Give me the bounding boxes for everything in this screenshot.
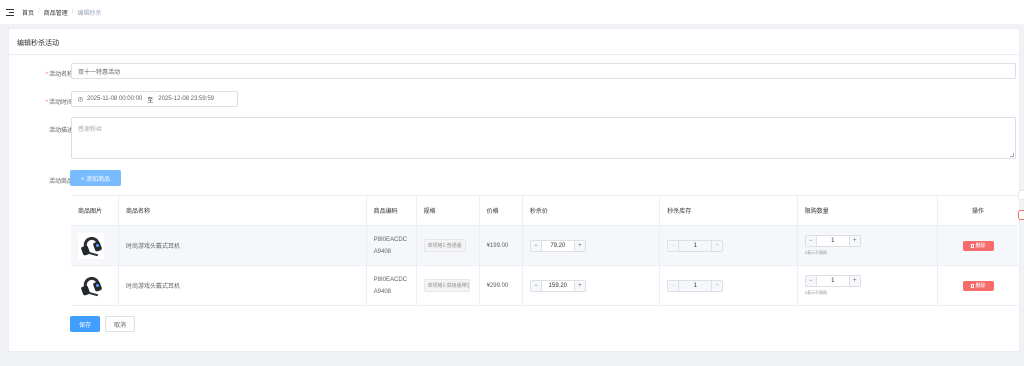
increase-button[interactable]: + (573, 240, 585, 251)
limit-value[interactable]: 1 (817, 276, 849, 286)
increase-button[interactable]: + (848, 236, 860, 246)
trash-icon (970, 283, 974, 288)
goods-price: ¥299.00 (480, 266, 523, 305)
seckill-stock-value[interactable]: 1 (679, 241, 711, 251)
breadcrumb-sep: / (71, 9, 74, 15)
start-time: 2025-11-08 00:00:00 (87, 96, 143, 102)
increase-button[interactable]: + (573, 280, 585, 291)
range-sep: 至 (147, 97, 154, 104)
limit-stepper[interactable]: − 1 + (804, 275, 861, 287)
seckill-stock-stepper[interactable]: − 1 + (667, 279, 724, 292)
th-price: 价格 (480, 196, 523, 225)
desc-placeholder: 感谢粉丝 (78, 127, 103, 133)
breadcrumb-goods[interactable]: 商品管理 (44, 8, 68, 17)
goods-table: 商品图片 商品名称 商品编码 规格 价格 秒杀价 秒杀库存 限购数量 操作 时尚… (71, 195, 1018, 306)
limit-hint: 0表示不限购 (804, 290, 827, 295)
menu-fold-icon[interactable] (6, 8, 14, 16)
limit-hint: 0表示不限购 (804, 250, 827, 255)
activity-name-value: 双十一特惠活动 (78, 69, 121, 76)
goods-code: P8I0EACDCA9408 (373, 236, 408, 255)
increase-button: + (711, 240, 723, 251)
breadcrumb-home[interactable]: 首页 (22, 8, 34, 17)
seckill-stock-value[interactable]: 1 (679, 281, 711, 291)
spec-tag: 单规格1:高级版带显示屏 (423, 279, 470, 292)
desc-label: 活动描述 (48, 128, 73, 134)
clock-icon (78, 96, 83, 102)
th-name: 商品名称 (119, 196, 367, 225)
decrease-button: − (668, 240, 680, 251)
th-seckill-stock: 秒杀库存 (660, 196, 798, 225)
decrease-button[interactable]: − (805, 276, 817, 286)
limit-stepper[interactable]: − 1 + (804, 235, 861, 247)
seckill-stock-stepper[interactable]: − 1 + (667, 239, 724, 252)
increase-button: + (711, 280, 723, 291)
side-settings-tab[interactable] (1018, 210, 1024, 220)
card-title: 编辑秒杀活动 (9, 29, 1019, 55)
headphone-image (78, 232, 104, 259)
table-row: 时尚游戏头戴式耳机 P8I0EACDCA9408 单规格1:普通版 ¥199.0… (71, 226, 1018, 266)
delete-button[interactable]: 删除 (962, 240, 994, 251)
increase-button[interactable]: + (848, 276, 860, 286)
delete-button[interactable]: 删除 (962, 280, 994, 291)
th-action: 操作 (972, 209, 985, 215)
seckill-price-value[interactable]: 79.20 (542, 241, 574, 251)
activity-desc-textarea[interactable]: 感谢粉丝 (71, 117, 1016, 159)
th-seckill-price: 秒杀价 (523, 196, 661, 225)
goods-image-cell (71, 226, 119, 265)
cancel-button[interactable]: 取消 (105, 316, 135, 332)
th-spec: 规格 (417, 196, 480, 225)
table-row: 时尚游戏头戴式耳机 P8I0EACDCA9408 单规格1:高级版带显示屏 ¥2… (71, 266, 1018, 306)
activity-name-input[interactable]: 双十一特惠活动 (71, 63, 1016, 79)
breadcrumb-sep: / (38, 9, 40, 15)
decrease-button[interactable]: − (530, 280, 542, 291)
end-time: 2025-12-08 23:59:59 (158, 96, 215, 102)
seckill-price-stepper[interactable]: − 159.20 + (529, 279, 586, 292)
goods-name: 时尚游戏头戴式耳机 (119, 226, 367, 265)
th-limit: 限购数量 (798, 196, 939, 225)
trash-icon (970, 243, 974, 248)
side-tool-tab[interactable] (1018, 190, 1024, 200)
goods-name: 时尚游戏头戴式耳机 (119, 266, 367, 305)
seckill-price-value[interactable]: 159.20 (542, 281, 574, 291)
decrease-button[interactable]: − (530, 240, 542, 251)
edit-seckill-card: 编辑秒杀活动 *活动名称 双十一特惠活动 *活动时间 2025-11-08 00… (8, 28, 1020, 352)
add-goods-button[interactable]: + 添加商品 (70, 170, 121, 186)
spec-tag: 单规格1:普通版 (423, 239, 466, 252)
headphone-image (78, 272, 104, 299)
th-image: 商品图片 (71, 196, 119, 225)
goods-label: 活动商品 (48, 179, 73, 185)
name-label: *活动名称 (45, 72, 73, 78)
required-mark: * (45, 100, 48, 106)
goods-price: ¥199.00 (480, 226, 523, 265)
seckill-price-stepper[interactable]: − 79.20 + (529, 239, 586, 252)
resize-handle-icon[interactable] (1010, 153, 1014, 157)
limit-value[interactable]: 1 (817, 236, 849, 246)
decrease-button[interactable]: − (805, 236, 817, 246)
time-label: *活动时间 (45, 100, 73, 106)
goods-image-cell (71, 266, 119, 305)
activity-time-picker[interactable]: 2025-11-08 00:00:00 至 2025-12-08 23:59:5… (71, 91, 238, 107)
required-mark: * (45, 72, 48, 78)
goods-code: P8I0EACDCA9408 (373, 276, 408, 295)
top-bar: 首页 / 商品管理 / 编辑秒杀 (0, 0, 1024, 24)
decrease-button: − (668, 280, 680, 291)
th-code: 商品编码 (367, 196, 417, 225)
breadcrumb-current: 编辑秒杀 (77, 10, 102, 17)
table-header: 商品图片 商品名称 商品编码 规格 价格 秒杀价 秒杀库存 限购数量 操作 (71, 196, 1018, 226)
save-button[interactable]: 保存 (70, 316, 100, 332)
